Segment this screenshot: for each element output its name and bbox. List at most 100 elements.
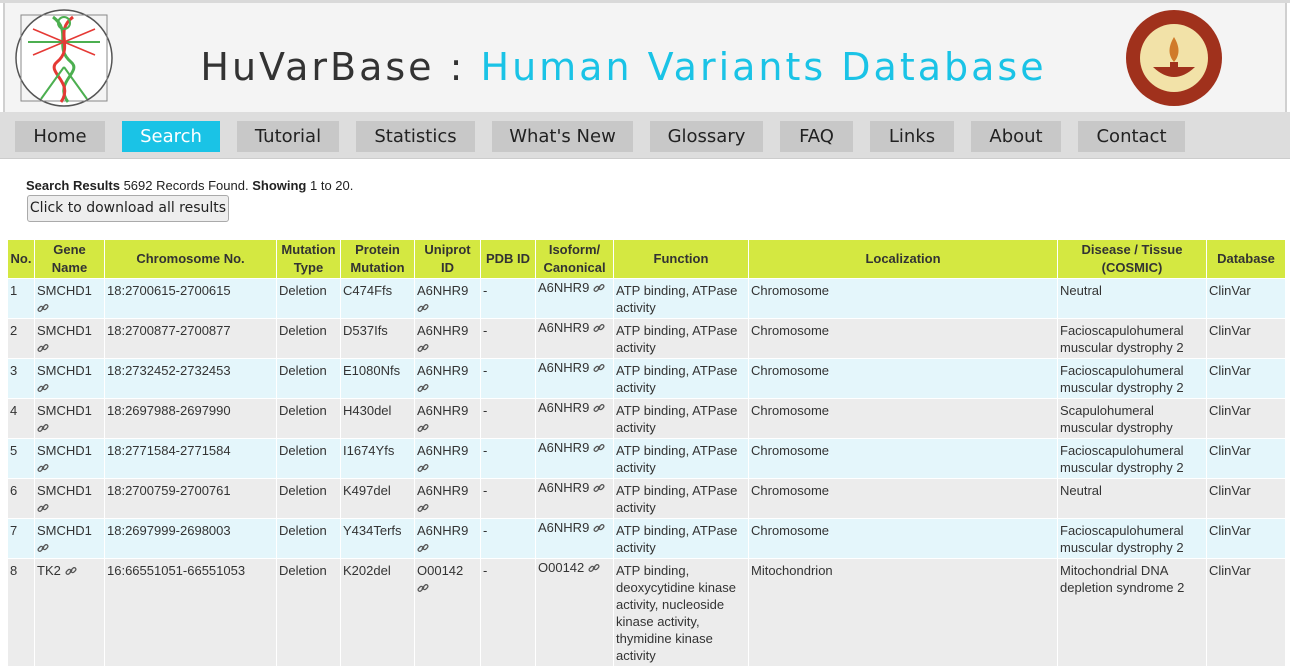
col-mutation-type-cell: Deletion	[276, 278, 341, 319]
col-no-value: 8	[10, 563, 18, 578]
col-function-value: ATP binding, deoxycytidine kinase activi…	[616, 563, 736, 663]
iit-madras-seal[interactable]	[1123, 7, 1225, 109]
external-link-icon[interactable]	[593, 280, 605, 295]
external-link-icon[interactable]	[593, 440, 605, 455]
col-localization-value: Chromosome	[751, 363, 830, 378]
col-localization-value: Mitochondrion	[751, 563, 833, 578]
nav-glossary[interactable]: Glossary	[650, 121, 763, 152]
col-localization-cell: Chromosome	[748, 438, 1058, 479]
nav-statistics[interactable]: Statistics	[356, 121, 475, 152]
col-localization-cell: Chromosome	[748, 518, 1058, 559]
col-uniprot-id-cell: A6NHR9	[414, 438, 481, 479]
col-uniprot-id-cell: A6NHR9	[414, 398, 481, 439]
col-protein-mutation-cell: H430del	[340, 398, 415, 439]
col-function-cell: ATP binding, ATPase activity	[613, 398, 749, 439]
col-gene-name-value: SMCHD1	[37, 523, 92, 538]
col-pdb-id-cell: -	[480, 318, 536, 359]
external-link-icon[interactable]	[417, 460, 429, 475]
external-link-icon[interactable]	[37, 380, 49, 395]
col-database-value: ClinVar	[1209, 283, 1251, 298]
nav-about[interactable]: About	[971, 121, 1061, 152]
col-database-cell: ClinVar	[1206, 558, 1286, 667]
col-disease-value: Facioscapulohumeral muscular dystrophy 2	[1060, 443, 1184, 475]
table-row: 7 SMCHD1 18:2697999-2698003 Deletion Y434Ter…	[7, 518, 1286, 559]
col-disease-value: Facioscapulohumeral muscular dystrophy 2	[1060, 523, 1184, 555]
external-link-icon[interactable]	[37, 340, 49, 355]
col-isoform-cell: A6NHR9	[535, 398, 614, 439]
nav-search[interactable]: Search	[122, 121, 220, 152]
table-row: 4 SMCHD1 18:2697988-2697990 Deletion H430del…	[7, 398, 1286, 439]
col-isoform-value: O00142	[538, 560, 585, 575]
col-protein-mutation-value: I1674Yfs	[343, 443, 395, 458]
external-link-icon[interactable]	[417, 300, 429, 315]
nav-tutorial[interactable]: Tutorial	[237, 121, 339, 152]
nav-contact[interactable]: Contact	[1078, 121, 1185, 152]
nav-whats-new[interactable]: What's New	[492, 121, 633, 152]
external-link-icon[interactable]	[37, 420, 49, 435]
external-link-icon[interactable]	[593, 320, 605, 335]
col-protein-mutation-cell: C474Ffs	[340, 278, 415, 319]
col-protein-mutation-value: D537Ifs	[343, 323, 388, 338]
col-localization-cell: Mitochondrion	[748, 558, 1058, 667]
col-chromosome-cell: 18:2732452-2732453	[104, 358, 277, 399]
external-link-icon[interactable]	[37, 540, 49, 555]
external-link-icon[interactable]	[417, 380, 429, 395]
col-database-cell: ClinVar	[1206, 358, 1286, 399]
external-link-icon[interactable]	[417, 340, 429, 355]
col-database-cell: ClinVar	[1206, 278, 1286, 319]
col-database-cell: ClinVar	[1206, 318, 1286, 359]
col-uniprot-id-value: O00142	[417, 563, 464, 578]
col-gene-name-value: SMCHD1	[37, 403, 92, 418]
nav-home[interactable]: Home	[15, 121, 105, 152]
col-isoform-value: A6NHR9	[538, 280, 590, 295]
col-database-header: Database	[1206, 239, 1286, 279]
col-disease-cell: Facioscapulohumeral muscular dystrophy 2	[1057, 318, 1207, 359]
external-link-icon[interactable]	[37, 300, 49, 315]
col-database-cell: ClinVar	[1206, 398, 1286, 439]
col-database-value: ClinVar	[1209, 323, 1251, 338]
table-header-row: No. Gene Name Chromosome No. Mutation Type P…	[7, 239, 1286, 279]
external-link-icon[interactable]	[37, 500, 49, 515]
col-mutation-type-cell: Deletion	[276, 478, 341, 519]
external-link-icon[interactable]	[417, 500, 429, 515]
table-row: 6 SMCHD1 18:2700759-2700761 Deletion K497del…	[7, 478, 1286, 519]
nav-links[interactable]: Links	[870, 121, 954, 152]
col-gene-name-header: Gene Name	[34, 239, 105, 279]
col-localization-cell: Chromosome	[748, 318, 1058, 359]
col-localization-cell: Chromosome	[748, 358, 1058, 399]
external-link-icon[interactable]	[593, 360, 605, 375]
col-chromosome-cell: 18:2697999-2698003	[104, 518, 277, 559]
col-mutation-type-cell: Deletion	[276, 318, 341, 359]
col-mutation-type-value: Deletion	[279, 563, 327, 578]
external-link-icon[interactable]	[65, 563, 77, 578]
col-gene-name-value: SMCHD1	[37, 483, 92, 498]
col-chromosome-cell: 18:2697988-2697990	[104, 398, 277, 439]
col-no-cell: 1	[7, 278, 35, 319]
nav-faq[interactable]: FAQ	[780, 121, 853, 152]
col-no-cell: 5	[7, 438, 35, 479]
external-link-icon[interactable]	[417, 580, 429, 595]
col-database-value: ClinVar	[1209, 403, 1251, 418]
col-uniprot-id-cell: A6NHR9	[414, 518, 481, 559]
external-link-icon[interactable]	[588, 560, 600, 575]
col-isoform-cell: A6NHR9	[535, 438, 614, 479]
col-isoform-cell: A6NHR9	[535, 518, 614, 559]
external-link-icon[interactable]	[593, 520, 605, 535]
col-function-cell: ATP binding, ATPase activity	[613, 518, 749, 559]
external-link-icon[interactable]	[417, 540, 429, 555]
external-link-icon[interactable]	[417, 420, 429, 435]
col-mutation-type-value: Deletion	[279, 283, 327, 298]
external-link-icon[interactable]	[593, 480, 605, 495]
col-localization-cell: Chromosome	[748, 398, 1058, 439]
external-link-icon[interactable]	[37, 460, 49, 475]
col-localization-value: Chromosome	[751, 483, 830, 498]
col-pdb-id-cell: -	[480, 518, 536, 559]
col-database-value: ClinVar	[1209, 363, 1251, 378]
download-all-button[interactable]: Click to download all results	[27, 195, 229, 222]
col-pdb-id-cell: -	[480, 558, 536, 667]
col-chromosome-header: Chromosome No.	[104, 239, 277, 279]
external-link-icon[interactable]	[593, 400, 605, 415]
col-chromosome-cell: 18:2700615-2700615	[104, 278, 277, 319]
col-mutation-type-cell: Deletion	[276, 518, 341, 559]
col-disease-value: Neutral	[1060, 483, 1102, 498]
